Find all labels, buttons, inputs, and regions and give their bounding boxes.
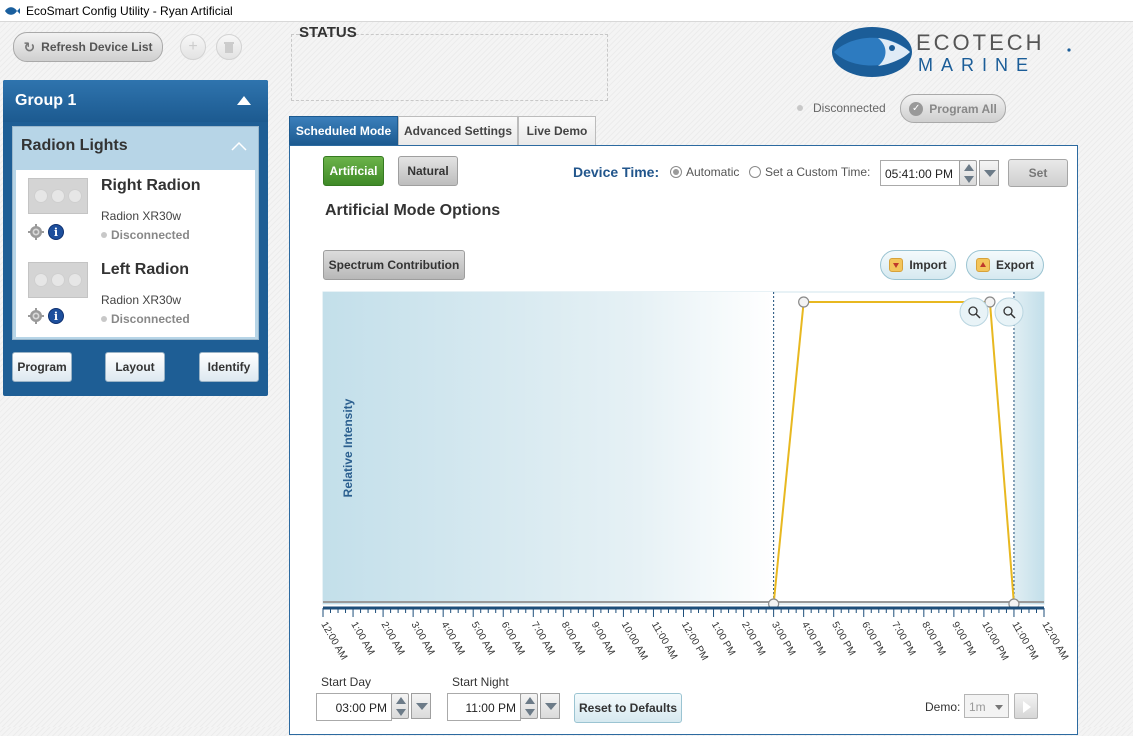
x-tick-label: 11:00 PM: [1009, 620, 1040, 662]
x-tick-label: 8:00 PM: [919, 620, 947, 658]
x-tick-label: 6:00 PM: [859, 620, 887, 658]
section-title: Radion Lights: [21, 137, 128, 154]
radion-lights-section: Radion Lights Right Radion Radion XR30w …: [12, 126, 259, 340]
gear-icon[interactable]: [28, 308, 44, 324]
x-tick-label: 5:00 PM: [829, 620, 857, 658]
start-night-input[interactable]: 11:00 PM: [447, 693, 521, 721]
x-tick-label: 2:00 PM: [739, 620, 767, 658]
device-list: Right Radion Radion XR30w Disconnected i…: [16, 170, 255, 337]
group-panel: Group 1 Radion Lights Right Radion Radio…: [3, 80, 268, 396]
title-bar: EcoSmart Config Utility - Ryan Artificia…: [0, 0, 1133, 22]
x-tick-label: 4:00 PM: [799, 620, 827, 658]
x-tick-label: 2:00 AM: [378, 620, 406, 657]
add-group-button[interactable]: +: [180, 34, 206, 60]
start-night-chevron-icon[interactable]: [540, 693, 560, 719]
refresh-label: Refresh Device List: [41, 40, 153, 54]
info-icon[interactable]: i: [48, 308, 64, 324]
x-tick-label: 8:00 AM: [559, 620, 587, 657]
device-name: Left Radion: [101, 261, 189, 278]
x-tick-label: 7:00 PM: [889, 620, 917, 658]
tab-live-demo[interactable]: Live Demo: [518, 116, 596, 145]
start-day-label: Start Day: [321, 675, 372, 689]
tab-advanced-settings[interactable]: Advanced Settings: [398, 116, 518, 145]
start-night-label: Start Night: [452, 675, 509, 689]
x-tick-label: 9:00 PM: [949, 620, 977, 658]
night-shade-left: [323, 292, 774, 604]
x-tick-label: 12:00 PM: [679, 620, 710, 663]
status-dot-icon: [797, 105, 803, 111]
y-axis-label: Relative Intensity: [341, 398, 355, 497]
x-tick-label: 4:00 AM: [439, 620, 467, 657]
group-header[interactable]: Group 1: [3, 80, 268, 122]
device-status: Disconnected: [101, 312, 190, 326]
x-tick-label: 10:00 AM: [619, 620, 650, 662]
refresh-icon: ↻: [23, 38, 36, 55]
intensity-chart[interactable]: Relative Intensity12:00 AM 1:00 AM 2:00 AM…: [290, 146, 1079, 736]
radion-thumbnail: [28, 178, 88, 214]
x-tick-label: 9:00 AM: [589, 620, 617, 657]
device-model: Radion XR30w: [101, 293, 182, 307]
x-tick-label: 10:00 PM: [979, 620, 1010, 663]
device-status: Disconnected: [101, 228, 190, 242]
scheduled-mode-panel: Artificial Natural Device Time: Automati…: [289, 145, 1078, 735]
demo-duration-select[interactable]: 1m: [964, 694, 1009, 718]
start-night-spinner[interactable]: [520, 693, 538, 719]
start-day-spinner[interactable]: [391, 693, 409, 719]
plus-icon: +: [188, 38, 198, 55]
start-day-chevron-icon[interactable]: [411, 693, 431, 719]
identify-button[interactable]: Identify: [199, 352, 259, 382]
device-name: Right Radion: [101, 177, 201, 194]
info-icon[interactable]: i: [48, 224, 64, 240]
device-item-left-radion[interactable]: Left Radion Radion XR30w Disconnected i: [16, 254, 255, 334]
x-tick-label: 12:00 AM: [318, 620, 349, 662]
demo-label: Demo:: [925, 700, 961, 714]
connection-status: Disconnected: [797, 101, 886, 115]
collapse-up-icon[interactable]: [237, 96, 251, 105]
curve-point-1: [798, 296, 810, 308]
x-tick-label: 3:00 PM: [769, 620, 797, 658]
start-day-input[interactable]: 03:00 PM: [316, 693, 392, 721]
x-tick-label: 6:00 AM: [499, 620, 527, 657]
x-tick-label: 7:00 AM: [529, 620, 557, 657]
layout-button[interactable]: Layout: [105, 352, 165, 382]
trash-icon: [224, 41, 234, 53]
device-item-right-radion[interactable]: Right Radion Radion XR30w Disconnected i: [16, 170, 255, 250]
x-tick-label: 5:00 AM: [469, 620, 497, 657]
x-tick-label: 3:00 AM: [409, 620, 437, 657]
svg-text:ECOTECH: ECOTECH: [916, 30, 1045, 55]
status-box: [291, 34, 608, 101]
window-title: EcoSmart Config Utility - Ryan Artificia…: [26, 4, 233, 18]
delete-group-button[interactable]: [216, 34, 242, 60]
svg-text:MARINE: MARINE: [918, 55, 1036, 75]
reset-to-defaults-button[interactable]: Reset to Defaults: [574, 693, 682, 723]
play-icon[interactable]: [1014, 693, 1038, 719]
app-fish-icon: [5, 7, 20, 15]
program-all-button[interactable]: ✓ Program All: [900, 94, 1006, 123]
tab-scheduled-mode[interactable]: Scheduled Mode: [289, 116, 398, 145]
zoom-handle-1: [994, 297, 1024, 327]
ecotech-marine-logo: ECOTECH MARINE: [832, 27, 1071, 77]
program-button[interactable]: Program: [12, 352, 72, 382]
group-title: Group 1: [15, 92, 77, 109]
x-tick-label: 1:00 PM: [709, 620, 737, 658]
check-circle-icon: ✓: [909, 101, 924, 116]
night-shade-right: [1013, 292, 1044, 604]
x-tick-label: 11:00 AM: [649, 620, 679, 661]
radion-thumbnail: [28, 262, 88, 298]
x-tick-label: 12:00 AM: [1039, 620, 1070, 662]
refresh-device-list-button[interactable]: ↻ Refresh Device List: [13, 32, 163, 62]
zoom-handle-0: [959, 297, 989, 327]
x-tick-label: 1:00 AM: [348, 620, 376, 657]
collapse-up-outline-icon[interactable]: [231, 141, 247, 151]
gear-icon[interactable]: [28, 224, 44, 240]
device-model: Radion XR30w: [101, 209, 182, 223]
status-label: STATUS: [299, 24, 357, 41]
